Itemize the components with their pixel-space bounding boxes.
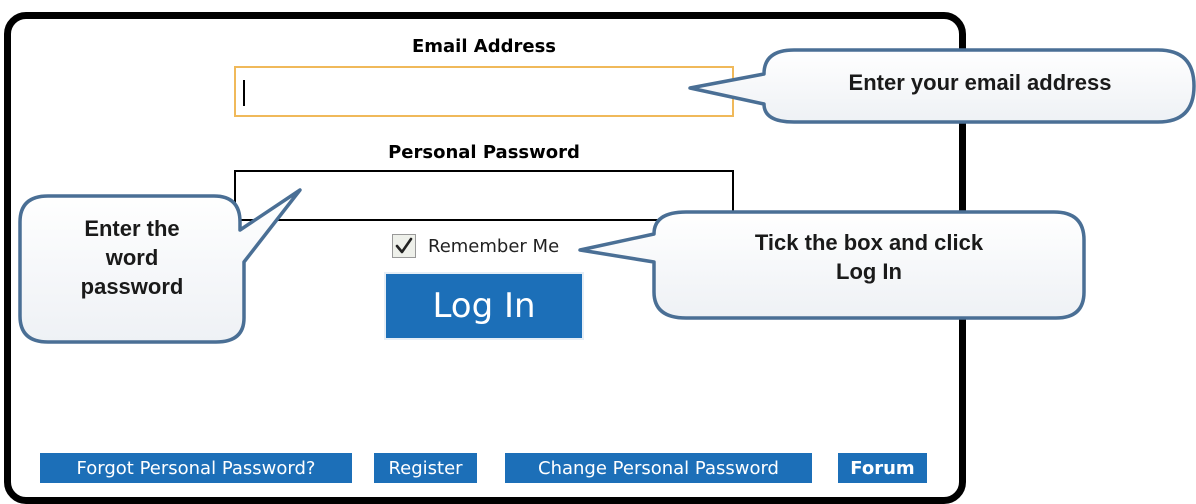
email-callout-text: Enter your email address [848,70,1112,95]
login-callout-line: Tick the box and click [754,230,984,255]
login-callout-line: Log In [836,259,902,285]
password-callout-line: Enter the [84,216,180,241]
password-callout-text: Enter the word password [20,214,244,301]
password-callout-line: word [105,245,159,271]
login-callout-text: Tick the box and click Log In [654,228,1084,286]
password-callout-line: password [80,274,184,300]
